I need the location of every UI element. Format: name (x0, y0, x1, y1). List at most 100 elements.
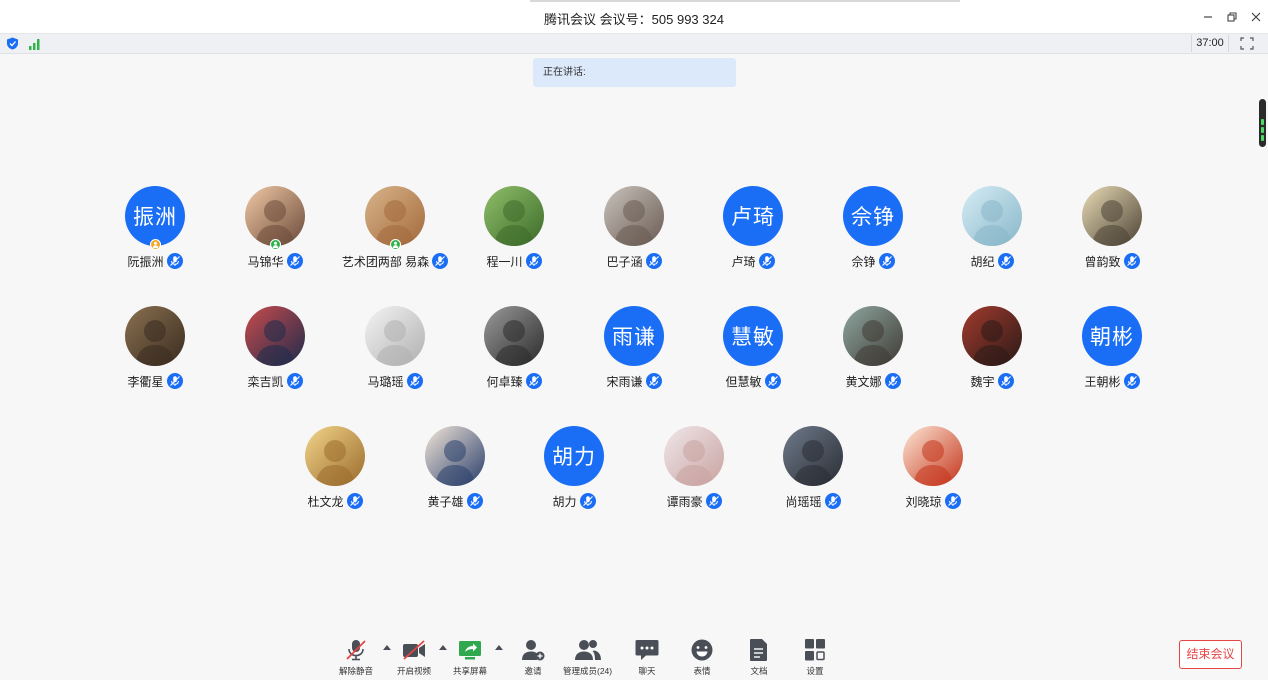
mic-icon[interactable] (1123, 373, 1140, 389)
participant-card[interactable]: 黄文娜 (813, 306, 933, 396)
participant-card[interactable]: 魏宇 (932, 306, 1052, 396)
participant-card[interactable]: 佘铮 佘铮 (813, 186, 933, 276)
participant-card[interactable]: 艺术团两部 易森 (335, 186, 455, 276)
participant-name: 卢琦 (731, 254, 756, 269)
video-options-caret-icon[interactable] (439, 644, 447, 650)
participant-card[interactable]: 何卓臻 (454, 306, 574, 396)
unmute-button[interactable]: 解除静音 (339, 638, 373, 678)
avatar-photo (962, 186, 1022, 246)
mic-icon[interactable] (645, 373, 662, 389)
participant-card[interactable]: 胡力 胡力 (514, 426, 634, 516)
mic-icon[interactable] (997, 373, 1014, 389)
chat-label: 聊天 (638, 666, 656, 676)
mic-icon[interactable] (525, 373, 542, 389)
emoji-icon (691, 639, 713, 661)
fullscreen-icon[interactable] (1240, 37, 1254, 50)
participant-card[interactable]: 马璐瑶 (335, 306, 455, 396)
mic-icon[interactable] (432, 253, 449, 269)
mic-icon[interactable] (525, 253, 542, 269)
participant-name-row: 马璐瑶 (335, 372, 455, 390)
avatar: 振洲 (125, 186, 185, 246)
mic-icon[interactable] (166, 373, 183, 389)
invite-button[interactable]: 邀请 (520, 638, 546, 678)
mic-icon[interactable] (466, 493, 483, 509)
volume-level-indicator[interactable] (1259, 99, 1266, 147)
mic-icon[interactable] (579, 493, 596, 509)
restore-icon[interactable] (1223, 8, 1241, 26)
participant-name-row: 何卓臻 (454, 372, 574, 390)
participant-name-row: 刘晓琼 (873, 492, 993, 510)
mic-icon[interactable] (884, 373, 901, 389)
audio-options-caret-icon[interactable] (383, 644, 391, 650)
shield-icon[interactable] (6, 37, 19, 50)
participant-card[interactable]: 胡纪 (932, 186, 1052, 276)
mic-icon[interactable] (878, 253, 895, 269)
participant-name: 程一川 (486, 254, 523, 269)
participant-card[interactable]: 巴子涵 (574, 186, 694, 276)
participant-card[interactable]: 杜文龙 (275, 426, 395, 516)
participant-name: 刘晓琼 (905, 494, 942, 509)
minimize-icon[interactable] (1199, 8, 1217, 26)
mic-icon[interactable] (758, 253, 775, 269)
avatar-photo (125, 306, 185, 366)
start-video-button[interactable]: 开启视频 (397, 638, 431, 678)
participant-card[interactable]: 李衢星 (95, 306, 215, 396)
participant-card[interactable]: 栾吉凯 (215, 306, 335, 396)
manage-members-label: 管理成员(24) (563, 666, 613, 676)
mic-icon[interactable] (166, 253, 183, 269)
docs-button[interactable]: 文档 (746, 638, 772, 678)
close-icon[interactable] (1247, 8, 1265, 26)
participant-name-row: 但慧敏 (693, 372, 813, 390)
participant-card[interactable]: 雨谦 宋雨谦 (574, 306, 694, 396)
signal-icon[interactable] (28, 37, 42, 50)
share-screen-button[interactable]: 共享屏幕 (453, 638, 487, 678)
settings-button[interactable]: 设置 (802, 638, 828, 678)
end-meeting-button[interactable]: 结束会议 (1179, 640, 1242, 669)
participant-card[interactable]: 振洲 阮振洲 (95, 186, 215, 276)
start-video-label: 开启视频 (397, 666, 432, 676)
avatar-photo (1082, 186, 1142, 246)
participant-name: 何卓臻 (486, 374, 523, 389)
participant-card[interactable]: 朝彬 王朝彬 (1052, 306, 1172, 396)
reactions-label: 表情 (693, 666, 711, 676)
mic-icon[interactable] (705, 493, 722, 509)
participant-card[interactable]: 马锦华 (215, 186, 335, 276)
participant-card[interactable]: 尚瑶瑶 (753, 426, 873, 516)
participant-name-row: 马锦华 (215, 252, 335, 270)
mic-icon[interactable] (824, 493, 841, 509)
participant-name-row: 杜文龙 (275, 492, 395, 510)
mic-icon[interactable] (764, 373, 781, 389)
mic-icon[interactable] (346, 493, 363, 509)
participant-name: 王朝彬 (1084, 374, 1121, 389)
window-title: 腾讯会议 会议号：505 993 324 (544, 12, 724, 27)
mic-icon[interactable] (944, 493, 961, 509)
participant-card[interactable]: 谭雨豪 (634, 426, 754, 516)
mic-icon[interactable] (286, 373, 303, 389)
status-strip: 37:00 (0, 34, 1268, 54)
mic-icon[interactable] (286, 253, 303, 269)
avatar-photo (962, 306, 1022, 366)
manage-members-button[interactable]: 管理成员(24) (563, 638, 612, 678)
avatar-photo (365, 186, 425, 246)
participant-name: 黄文娜 (845, 374, 882, 389)
participant-card[interactable]: 慧敏 但慧敏 (693, 306, 813, 396)
chat-button[interactable]: 聊天 (634, 638, 660, 678)
settings-label: 设置 (806, 666, 824, 676)
participant-card[interactable]: 卢琦 卢琦 (693, 186, 813, 276)
mic-icon[interactable] (1123, 253, 1140, 269)
participant-card[interactable]: 程一川 (454, 186, 574, 276)
mic-icon[interactable] (997, 253, 1014, 269)
participant-card[interactable]: 曾韵致 (1052, 186, 1172, 276)
share-options-caret-icon[interactable] (495, 644, 503, 650)
participant-name-row: 程一川 (454, 252, 574, 270)
participant-name-row: 黄子雄 (395, 492, 515, 510)
reactions-button[interactable]: 表情 (689, 638, 715, 678)
participant-card[interactable]: 刘晓琼 (873, 426, 993, 516)
meeting-timer: 37:00 (1191, 35, 1229, 52)
settings-grid-icon (805, 639, 825, 661)
participant-card[interactable]: 黄子雄 (395, 426, 515, 516)
title-bar: 腾讯会议 会议号：505 993 324 (0, 0, 1268, 34)
host-badge-icon (150, 239, 161, 250)
mic-icon[interactable] (406, 373, 423, 389)
mic-icon[interactable] (645, 253, 662, 269)
